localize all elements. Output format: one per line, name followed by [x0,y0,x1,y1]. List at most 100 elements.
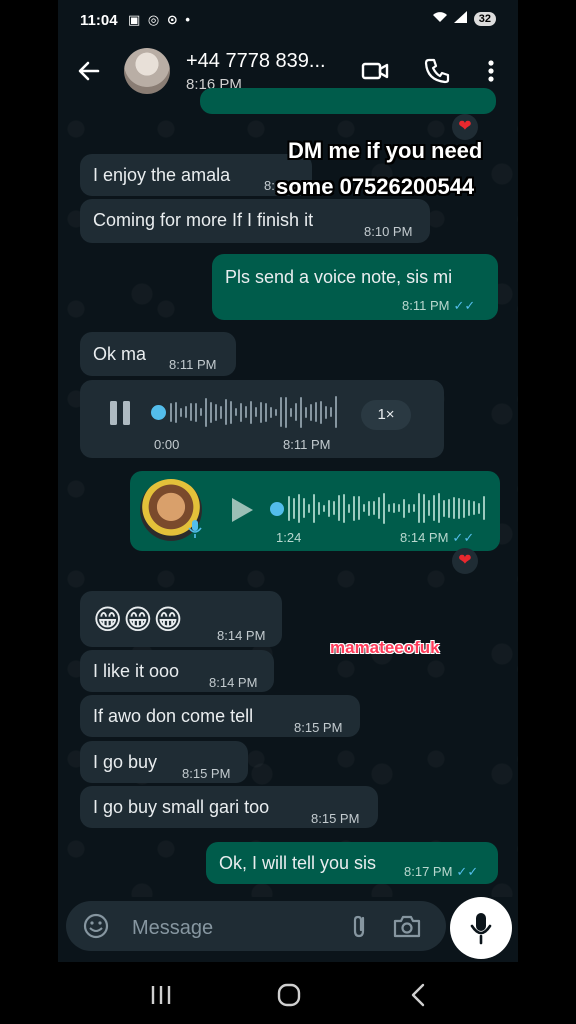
waveform-bar [388,504,390,512]
message-text: Ok ma [93,344,147,364]
message-text: I enjoy the amala [93,165,231,185]
video-call-icon[interactable] [360,56,390,86]
phone-call-icon[interactable] [422,56,452,86]
waveform-bar [200,408,202,416]
waveform-bar [280,397,282,427]
message-time: 8:14 PM [217,628,266,643]
message-emoji: 😁😁😁 [93,604,184,635]
waveform-bar [308,503,310,513]
status-bar: 11:04 ▣ ◎ ⊙ • 32 [58,0,518,40]
seek-handle[interactable] [151,405,166,420]
waveform-bar [250,400,252,424]
message-bubble-incoming[interactable]: I go buy 8:15 PM [80,741,248,783]
waveform-bar [225,399,227,425]
playback-speed-button[interactable]: 1× [361,400,411,430]
message-text: If awo don come tell [93,706,254,726]
message-input[interactable]: Message [66,901,446,951]
message-bubble-outgoing[interactable]: Ok, I will tell you sis 8:17 PM ✓✓ [206,842,498,884]
waveform-bar [180,407,182,417]
waveform-bar [358,496,360,520]
home-icon[interactable] [274,980,304,1010]
message-time: 8:10 PM [364,224,413,239]
read-ticks-icon: ✓✓ [452,530,475,545]
waveform-bar [473,501,475,515]
waveform-bar [448,498,450,518]
waveform-bar [220,405,222,419]
message-text: I go buy [93,752,158,772]
mic-icon [468,911,494,945]
waveform-bar [330,407,332,417]
waveform-bar [328,499,330,517]
waveform-bar [403,498,405,518]
message-bubble-incoming[interactable]: Coming for more If I finish it 8:10 PM [80,199,430,243]
more-options-icon[interactable] [476,56,506,86]
waveform-bar [423,493,425,523]
attach-icon[interactable] [346,912,374,940]
heart-reaction-icon: ❤ [452,548,478,574]
message-bubble-outgoing[interactable]: Pls send a voice note, sis mi 8:11 PM ✓✓ [212,254,498,320]
message-bubble-incoming[interactable]: Ok ma 8:11 PM [80,332,236,376]
message-time: 8:11 PM ✓✓ [402,298,476,313]
voice-duration: 0:00 [154,437,180,452]
message-placeholder: Message [132,917,214,939]
waveform-bar [363,504,365,512]
waveform-bar [468,500,470,516]
message-time: 8:17 PM ✓✓ [404,864,479,879]
back-arrow-icon[interactable] [74,56,104,86]
waveform-bar [315,402,317,422]
waveform-bar [260,401,262,423]
signal-icon [453,11,468,26]
waveform-bar [323,504,325,512]
watermark: mamateeofuk [330,638,440,657]
message-time: 8:11 PM [283,437,331,452]
waveform-bar [190,403,192,421]
seek-handle[interactable] [270,502,284,516]
voice-waveform [288,491,485,525]
emoji-icon[interactable] [82,912,110,940]
waveform-bar [270,406,272,418]
avatar[interactable] [124,48,170,94]
waveform-bar [230,400,232,424]
message-list[interactable]: ❤ I enjoy the amala 8:10 PM Coming for m… [58,88,518,897]
waveform-bar [313,493,315,523]
waveform-bar [338,495,340,521]
message-bubble-incoming[interactable]: If awo don come tell 8:15 PM [80,695,360,737]
voice-note-outgoing[interactable]: 1:24 8:14 PM ✓✓ [130,471,500,551]
waveform-bar [348,503,350,513]
waveform-bar [353,495,355,521]
waveform-bar [343,493,345,523]
nav-back-icon[interactable] [404,980,434,1010]
waveform-bar [195,402,197,422]
contact-name[interactable]: +44 7778 839... [186,50,326,73]
waveform-bar [378,497,380,519]
message-text: I go buy small gari too [93,797,270,817]
message-text: Coming for more If I finish it [93,210,314,230]
camera-icon[interactable] [392,912,422,940]
play-icon[interactable] [226,495,256,525]
voice-note-incoming[interactable]: 1× 0:00 8:11 PM [80,380,444,458]
overlay-text-line1: DM me if you need [288,138,483,163]
recents-icon[interactable] [146,980,176,1010]
message-time: 8:15 PM [294,720,343,735]
status-time: 11:04 [80,12,118,29]
waveform-bar [463,498,465,518]
message-bubble-incoming[interactable]: 😁😁😁 8:14 PM [80,591,282,647]
message-time: 8:15 PM [182,766,231,781]
waveform-bar [373,501,375,515]
waveform-bar [413,504,415,512]
status-right: 32 [432,11,496,26]
waveform-bar [478,502,480,514]
pause-icon[interactable] [106,398,134,428]
voice-record-button[interactable] [450,897,512,959]
waveform-bar [235,408,237,416]
chat-screen: 11:04 ▣ ◎ ⊙ • 32 +44 7778 839... 8:16 PM [58,0,518,962]
message-bubble-incoming[interactable]: I go buy small gari too 8:15 PM [80,786,378,828]
read-ticks-icon: ✓✓ [453,298,476,313]
overlay-text-line2: some 07526200544 [276,174,475,199]
waveform-bar [185,406,187,418]
message-bubble-incoming[interactable]: I like it ooo 8:14 PM [80,650,274,692]
waveform-bar [443,499,445,517]
voice-waveform [170,395,337,429]
waveform-bar [285,396,287,428]
message-time: 8:14 PM [209,675,258,690]
